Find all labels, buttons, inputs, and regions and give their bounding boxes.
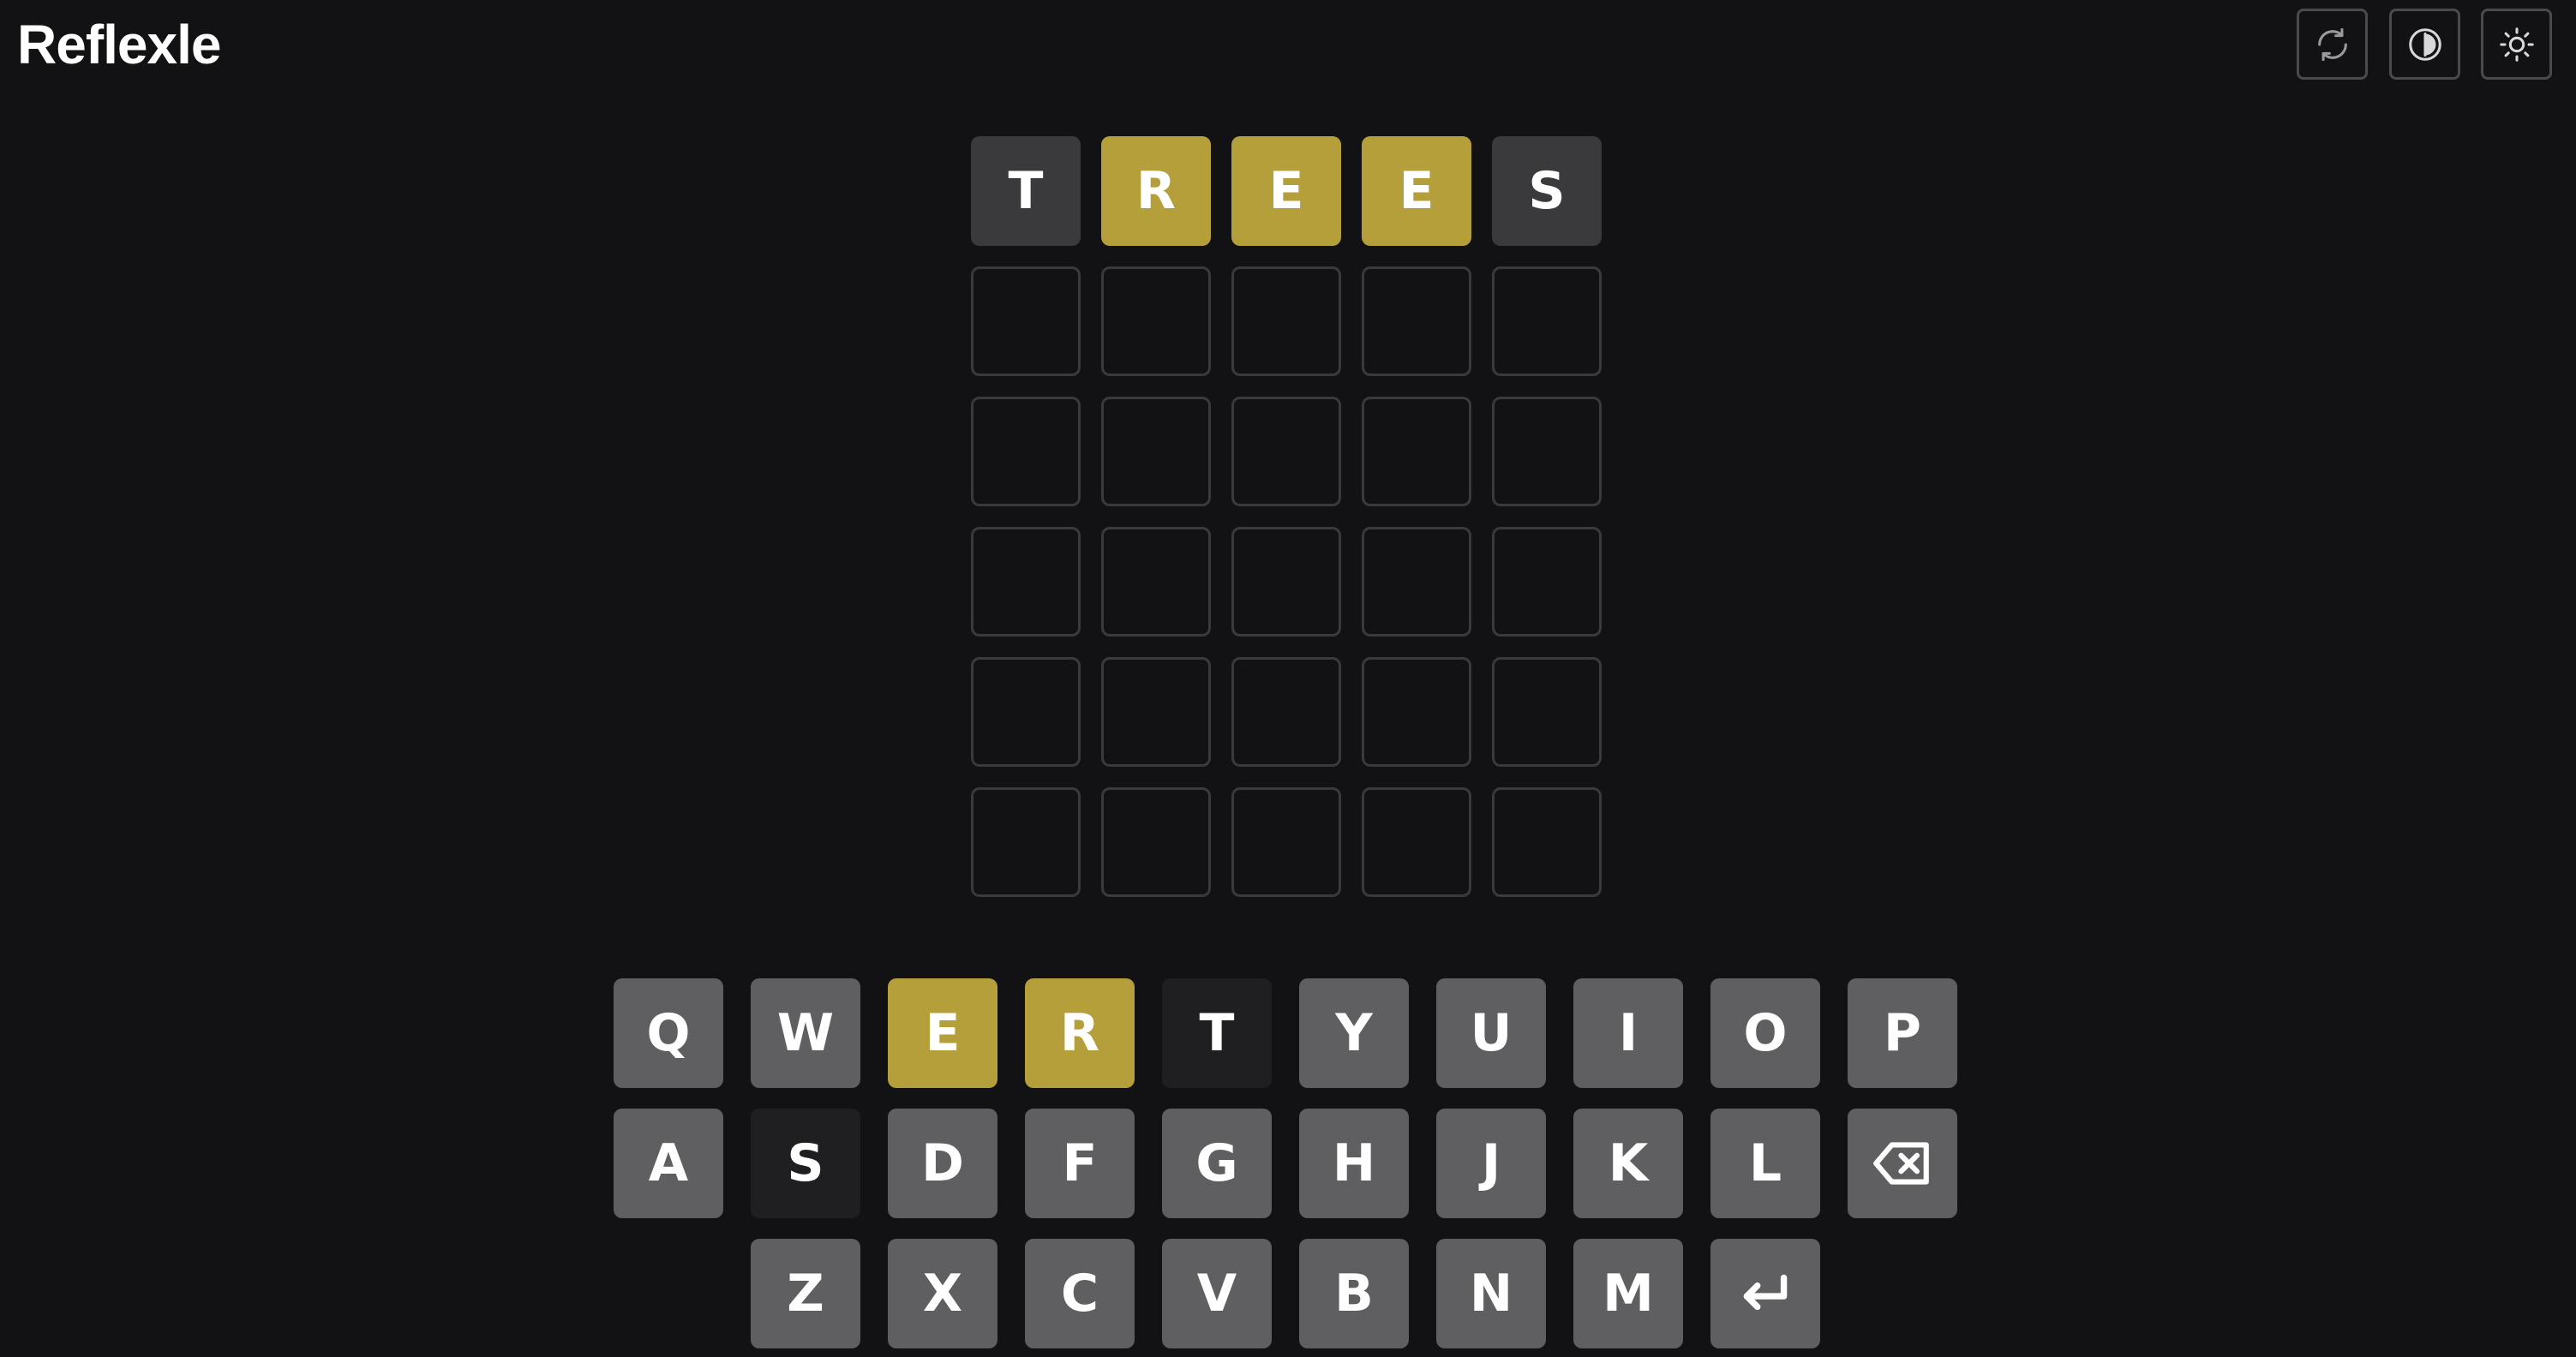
key-p[interactable]: P bbox=[1848, 978, 1957, 1088]
tile bbox=[1231, 787, 1341, 897]
tile bbox=[1362, 527, 1471, 637]
key-m[interactable]: M bbox=[1573, 1239, 1683, 1348]
key-n[interactable]: N bbox=[1436, 1239, 1546, 1348]
tile bbox=[1492, 397, 1602, 506]
backspace-key[interactable] bbox=[1848, 1109, 1957, 1218]
app-title: Reflexle bbox=[17, 14, 221, 75]
theme-button[interactable] bbox=[2481, 9, 2552, 80]
key-y[interactable]: Y bbox=[1299, 978, 1409, 1088]
backspace-icon bbox=[1873, 1142, 1929, 1185]
key-v[interactable]: V bbox=[1162, 1239, 1272, 1348]
tile bbox=[971, 397, 1081, 506]
tile bbox=[1362, 657, 1471, 767]
key-h[interactable]: H bbox=[1299, 1109, 1409, 1218]
key-w[interactable]: W bbox=[751, 978, 860, 1088]
theme-icon bbox=[2499, 27, 2534, 62]
key-e[interactable]: E bbox=[888, 978, 997, 1088]
tile: T bbox=[971, 136, 1081, 246]
key-t[interactable]: T bbox=[1162, 978, 1272, 1088]
enter-icon bbox=[1743, 1274, 1788, 1311]
key-o[interactable]: O bbox=[1710, 978, 1820, 1088]
key-i[interactable]: I bbox=[1573, 978, 1683, 1088]
key-z[interactable]: Z bbox=[751, 1239, 860, 1348]
tile bbox=[971, 527, 1081, 637]
tile bbox=[1101, 787, 1211, 897]
tile bbox=[1492, 266, 1602, 376]
tile bbox=[1362, 266, 1471, 376]
key-f[interactable]: F bbox=[1025, 1109, 1135, 1218]
tile bbox=[1492, 657, 1602, 767]
key-d[interactable]: D bbox=[888, 1109, 997, 1218]
tile bbox=[1492, 527, 1602, 637]
key-s[interactable]: S bbox=[751, 1109, 860, 1218]
key-l[interactable]: L bbox=[1710, 1109, 1820, 1218]
tile bbox=[1101, 397, 1211, 506]
key-r[interactable]: R bbox=[1025, 978, 1135, 1088]
tile bbox=[1231, 657, 1341, 767]
tile: E bbox=[1231, 136, 1341, 246]
key-a[interactable]: A bbox=[614, 1109, 723, 1218]
tile bbox=[1231, 527, 1341, 637]
tile: S bbox=[1492, 136, 1602, 246]
tile bbox=[1231, 266, 1341, 376]
key-k[interactable]: K bbox=[1573, 1109, 1683, 1218]
tile: R bbox=[1101, 136, 1211, 246]
refresh-icon bbox=[2317, 27, 2347, 61]
tile bbox=[1492, 787, 1602, 897]
key-g[interactable]: G bbox=[1162, 1109, 1272, 1218]
tile bbox=[1101, 657, 1211, 767]
tile: E bbox=[1362, 136, 1471, 246]
tile bbox=[1101, 527, 1211, 637]
tile bbox=[1362, 787, 1471, 897]
tile bbox=[971, 657, 1081, 767]
key-q[interactable]: Q bbox=[614, 978, 723, 1088]
tile bbox=[1101, 266, 1211, 376]
tile bbox=[971, 787, 1081, 897]
contrast-button[interactable] bbox=[2389, 9, 2460, 80]
key-c[interactable]: C bbox=[1025, 1239, 1135, 1348]
tile bbox=[1362, 397, 1471, 506]
refresh-button[interactable] bbox=[2297, 9, 2368, 80]
key-b[interactable]: B bbox=[1299, 1239, 1409, 1348]
key-u[interactable]: U bbox=[1436, 978, 1546, 1088]
key-x[interactable]: X bbox=[888, 1239, 997, 1348]
enter-key[interactable] bbox=[1710, 1239, 1820, 1348]
tile bbox=[971, 266, 1081, 376]
tile bbox=[1231, 397, 1341, 506]
contrast-icon bbox=[2408, 27, 2441, 61]
key-j[interactable]: J bbox=[1436, 1109, 1546, 1218]
